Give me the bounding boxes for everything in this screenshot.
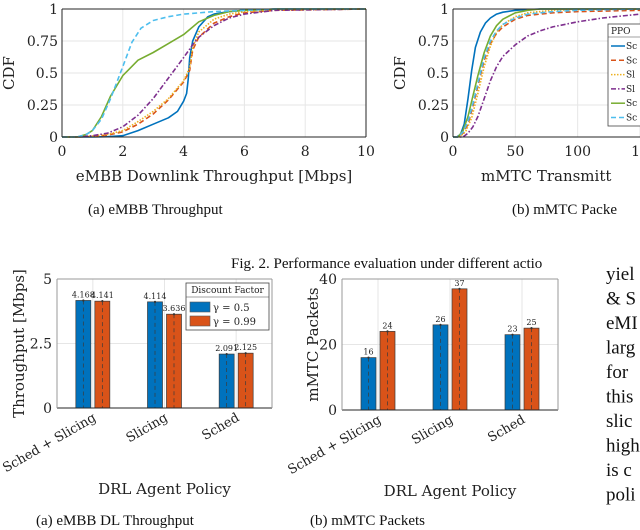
y-tick-label: 0.5 (427, 66, 449, 82)
subcaption-b-bottom: (b) mMTC Packets (310, 513, 425, 529)
x-tick-label: 6 (240, 144, 249, 160)
figure-canvas: 0 2 4 6 8 1000.250.50.751eMBB Downlink Throug… (0, 2, 640, 529)
x-tick-label: 50 (506, 144, 524, 160)
category-label: Sched (485, 412, 528, 445)
legend-entry-4: Sc (626, 99, 637, 109)
legend-entry-0: γ = 0.5 (213, 303, 250, 314)
body-text-line: slic (606, 411, 632, 432)
y-tick-label: 0 (440, 130, 449, 146)
x-tick-label: 2 (118, 144, 127, 160)
x-axis-label: DRL Agent Policy (98, 480, 231, 498)
body-text-line: poli (606, 485, 636, 506)
mmtc-packets-bar-chart: 16 24 Sched + Slicing 26 37 Slicing 23 25 Sched 0… (285, 272, 559, 500)
bar-marker-0-1 (101, 300, 104, 303)
body-text-line: is c (606, 460, 632, 481)
legend-title: Discount Factor (191, 286, 264, 296)
x-axis-label: DRL Agent Policy (384, 482, 517, 500)
bar-marker-2-1 (244, 352, 247, 355)
y-tick-label: 0.25 (418, 98, 449, 114)
x-tick-label: 10 (357, 144, 375, 160)
body-text-line: yiel (606, 264, 635, 285)
y-tick-label: 0.75 (27, 34, 58, 50)
y-tick-label: 0 (49, 130, 58, 146)
subcaption-a-bottom: (a) eMBB DL Throughput (36, 513, 195, 529)
data-label-2-1: 2.125 (234, 343, 257, 352)
y-tick-label: 0.75 (418, 34, 449, 50)
bar-marker-0-1 (386, 330, 389, 333)
category-label: Sched (200, 410, 243, 443)
bar-marker-0-0 (367, 356, 370, 359)
bar-marker-1-0 (153, 300, 157, 303)
body-text-line: & S (606, 289, 636, 310)
legend-entry-1: Sc (626, 56, 637, 66)
body-text-line: larg (606, 338, 636, 359)
legend-entry-3: Sl (626, 85, 635, 95)
y-tick-label: 2.5 (30, 337, 52, 353)
category-label: Sched + Slicing (285, 412, 384, 478)
legend-swatch-0 (189, 301, 211, 313)
data-label-0-1: 24 (382, 321, 392, 330)
subcaption-b-top: (b) mMTC Packe (512, 202, 617, 218)
body-text-line: high (606, 436, 640, 457)
data-label-1-1: 3.636 (163, 304, 186, 313)
y-axis-label: Throughput [Mbps] (10, 269, 28, 418)
category-label: Sched + Slicing (0, 410, 99, 476)
embb-throughput-cdf-chart: 0 2 4 6 8 10 0 0.25 0.5 0.75 1 eMBB Downlink Throug… (0, 2, 375, 185)
x-tick-label: 100 (564, 144, 591, 160)
x-tick-label: 8 (301, 144, 310, 160)
data-label-2-1: 25 (526, 318, 536, 327)
data-label-2-0: 23 (507, 325, 517, 334)
y-axis-label: mMTC Packets (304, 287, 322, 401)
embb-dl-throughput-bar-chart: 4.1684.141Sched + Slicing4.1143.636Slici… (0, 269, 273, 498)
x-axis-label: eMBB Downlink Throughput [Mbps] (76, 167, 353, 185)
bar-marker-1-0 (439, 323, 442, 326)
y-tick-label: 0.25 (27, 98, 58, 114)
bar-marker-2-0 (225, 352, 228, 356)
body-text-line: eMI (606, 313, 638, 334)
data-label-1-0: 26 (435, 315, 445, 324)
y-tick-label: 0 (328, 403, 337, 419)
legend-entry-2: Sl (626, 71, 635, 81)
bar-marker-1-1 (172, 313, 176, 316)
category-label: Slicing (124, 410, 171, 446)
legend-entry-0: Sc (626, 42, 637, 52)
x-tick-label: 0 (449, 144, 458, 160)
data-label-0-1: 4.141 (91, 291, 114, 300)
x-tick-label: 15 (631, 144, 640, 160)
body-text-column: yiel & S eMI larg for this slic high is c poli (606, 264, 640, 506)
y-axis-label: CDF (391, 56, 409, 90)
y-tick-label: 40 (319, 272, 337, 288)
figure-caption: Fig. 2. Performance evaluation under dif… (231, 256, 542, 272)
y-tick-label: 5 (43, 272, 52, 288)
legend-entry-5: Sc (626, 114, 637, 124)
x-axis-label: mMTC Transmitt (481, 167, 611, 185)
y-tick-label: 0.5 (36, 66, 58, 82)
y-axis-label: CDF (0, 56, 18, 90)
y-tick-label: 1 (49, 2, 58, 18)
bar-marker-2-0 (511, 333, 514, 336)
bar-marker-0-0 (82, 299, 85, 302)
subcaption-a-top: (a) eMBB Throughput (88, 202, 224, 218)
bar-2-1 (523, 327, 540, 411)
y-tick-label: 0 (43, 401, 52, 417)
legend-title: PPO (611, 27, 631, 37)
bar-marker-2-1 (530, 327, 533, 330)
data-label-1-1: 37 (454, 279, 464, 288)
bar-1-1 (451, 288, 468, 411)
body-text-line: this (606, 387, 633, 408)
mmtc-packets-cdf-chart: 0501001500.250.50.751mMTC TransmittCDFPP… (391, 2, 640, 185)
data-label-0-0: 16 (363, 348, 373, 357)
legend-entry-1: γ = 0.99 (213, 317, 256, 328)
x-tick-label: 4 (179, 144, 188, 160)
x-tick-label: 0 (58, 144, 67, 160)
legend-swatch-1 (189, 315, 211, 327)
bar-marker-1-1 (458, 287, 461, 290)
data-label-1-0: 4.114 (144, 292, 167, 301)
body-text-line: for (606, 362, 629, 383)
y-tick-label: 1 (440, 2, 449, 18)
category-label: Slicing (409, 412, 456, 448)
